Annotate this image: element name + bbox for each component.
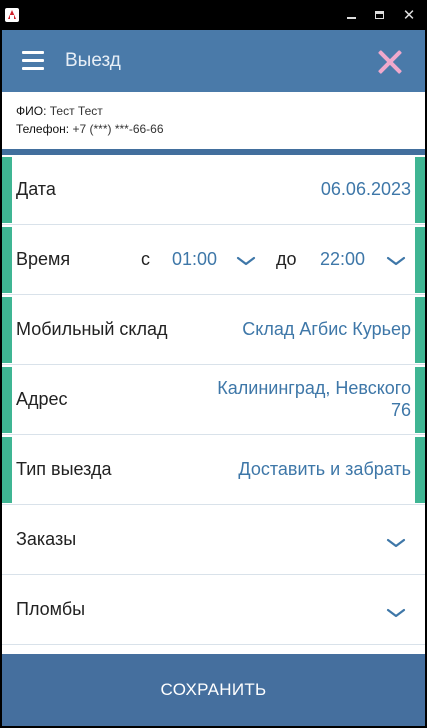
date-label: Дата <box>16 179 56 199</box>
address-line2: 76 <box>390 400 411 420</box>
warehouse-value[interactable]: Склад Агбис Курьер <box>242 319 411 340</box>
trip-type-row[interactable]: Тип выезда Доставить и забрать <box>2 435 425 505</box>
address-line1: Калининград, Невского <box>217 378 411 398</box>
date-row[interactable]: Дата 06.06.2023 <box>2 155 425 225</box>
seals-label: Пломбы <box>16 599 86 619</box>
fio-label: ФИО: <box>16 104 47 118</box>
chevron-down-icon[interactable] <box>386 537 406 549</box>
close-window-button[interactable]: ✕ <box>398 6 420 24</box>
maximize-window-button[interactable] <box>368 6 390 24</box>
date-value[interactable]: 06.06.2023 <box>321 179 411 200</box>
address-row[interactable]: Адрес Калининград, Невского 76 <box>2 365 425 435</box>
minimize-window-button[interactable] <box>340 6 362 24</box>
address-label: Адрес <box>16 389 68 409</box>
app-frame: Выезд ФИО: Тест Тест Телефон: +7 (***) *… <box>2 30 425 726</box>
warehouse-row[interactable]: Мобильный склад Склад Агбис Курьер <box>2 295 425 365</box>
orders-label: Заказы <box>16 529 77 549</box>
chevron-down-icon[interactable] <box>236 255 256 267</box>
app-logo-icon <box>5 8 19 22</box>
address-value[interactable]: Калининград, Невского 76 <box>171 377 411 421</box>
time-to-value[interactable]: 22:00 <box>320 249 365 270</box>
trip-type-label: Тип выезда <box>16 459 112 479</box>
time-from-prefix: с <box>141 249 150 269</box>
trip-form: Дата 06.06.2023 Время с 01:00 до 22:00 М… <box>2 155 425 645</box>
seals-row[interactable]: Пломбы <box>2 575 425 645</box>
window-titlebar: ✕ <box>0 0 427 30</box>
time-row: Время с 01:00 до 22:00 <box>2 225 425 295</box>
client-info: ФИО: Тест Тест Телефон: +7 (***) ***-66-… <box>2 92 425 149</box>
maximize-icon <box>374 11 384 19</box>
trip-type-value[interactable]: Доставить и забрать <box>238 459 411 480</box>
fio-value: Тест Тест <box>49 104 103 118</box>
client-fio: ФИО: Тест Тест <box>16 102 411 120</box>
save-button[interactable]: СОХРАНИТЬ <box>2 654 425 726</box>
menu-icon[interactable] <box>22 51 44 71</box>
client-phone: Телефон: +7 (***) ***-66-66 <box>16 120 411 138</box>
page-title: Выезд <box>65 50 121 71</box>
time-from-value[interactable]: 01:00 <box>172 249 217 270</box>
orders-row[interactable]: Заказы <box>2 505 425 575</box>
close-icon[interactable] <box>376 48 404 76</box>
chevron-down-icon[interactable] <box>386 255 406 267</box>
phone-label: Телефон: <box>16 122 70 136</box>
time-to-prefix: до <box>276 249 297 269</box>
warehouse-label: Мобильный склад <box>16 319 168 339</box>
chevron-down-icon[interactable] <box>386 607 406 619</box>
minimize-icon <box>346 17 356 19</box>
app-header: Выезд <box>2 30 425 92</box>
time-label: Время <box>16 249 71 269</box>
phone-value: +7 (***) ***-66-66 <box>72 122 164 136</box>
